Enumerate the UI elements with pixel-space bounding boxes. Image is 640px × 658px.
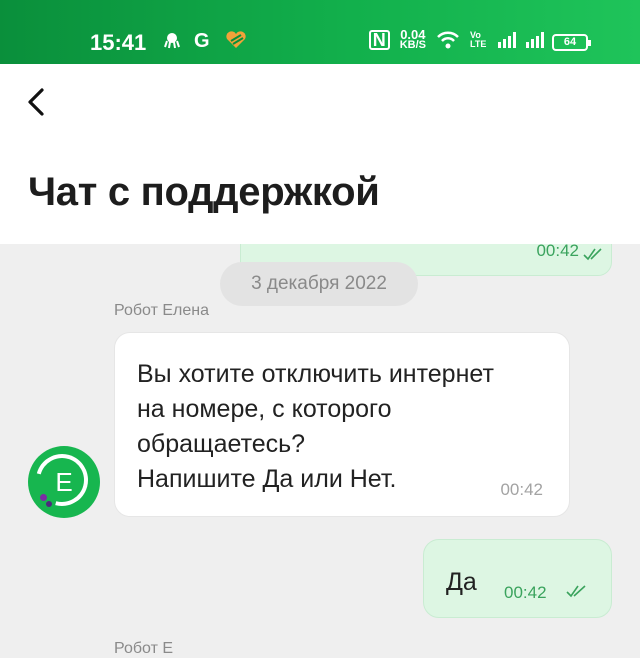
message-time: 00:42 bbox=[504, 583, 547, 602]
chevron-left-icon bbox=[28, 88, 44, 116]
bot-avatar: E bbox=[26, 444, 100, 518]
status-bar: 15:41 G N 0.04 KB/S Vo LTE 64 bbox=[0, 0, 640, 64]
next-sender-name: Робот Е bbox=[114, 640, 174, 657]
user-message-text: Да bbox=[446, 568, 477, 596]
nfc-icon: N bbox=[368, 30, 390, 50]
double-check-icon bbox=[566, 585, 586, 598]
double-check-icon bbox=[583, 248, 602, 261]
signal-bars-2-icon bbox=[526, 32, 544, 48]
volte-label: Vo LTE bbox=[470, 30, 487, 49]
speed-unit: KB/S bbox=[399, 39, 426, 51]
google-icon: G bbox=[194, 30, 210, 50]
chat-header: Чат с поддержкой bbox=[0, 64, 640, 244]
page-title: Чат с поддержкой bbox=[28, 170, 380, 214]
wifi-icon bbox=[437, 31, 459, 49]
status-time: 15:41 bbox=[90, 30, 147, 55]
octopus-icon bbox=[164, 33, 180, 49]
avatar-dot bbox=[46, 501, 52, 507]
heart-app-icon bbox=[226, 31, 246, 48]
message-time: 00:42 bbox=[536, 241, 579, 260]
back-button[interactable] bbox=[20, 84, 56, 120]
svg-text:G: G bbox=[194, 30, 210, 50]
date-chip: 3 декабря 2022 bbox=[220, 262, 418, 306]
status-right-icons: N 0.04 KB/S Vo LTE bbox=[368, 28, 544, 51]
avatar-letter: E bbox=[55, 467, 73, 497]
network-speed: 0.04 KB/S bbox=[399, 28, 426, 51]
user-message: Да 00:42 bbox=[423, 539, 612, 618]
battery-indicator: 64 bbox=[552, 34, 591, 51]
signal-bars-1-icon bbox=[498, 32, 516, 48]
bot-message-text: Вы хотите отключить интернет на номере, … bbox=[137, 360, 494, 493]
message-time: 00:42 bbox=[500, 480, 543, 499]
bot-message: Вы хотите отключить интернет на номере, … bbox=[114, 332, 570, 517]
status-left-icons: G bbox=[163, 30, 247, 50]
sender-name: Робот Елена bbox=[114, 302, 209, 319]
avatar-dot bbox=[40, 494, 47, 501]
